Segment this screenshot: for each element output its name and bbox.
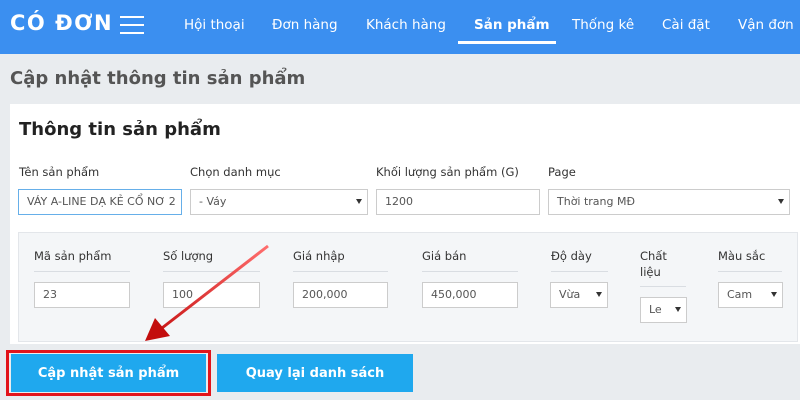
brand-logo[interactable]: CÓ ĐƠN bbox=[10, 11, 113, 35]
product-name-label: Tên sản phẩm bbox=[19, 165, 100, 179]
active-tab-indicator bbox=[458, 41, 556, 44]
cost-price-input[interactable]: 200,000 bbox=[293, 282, 388, 308]
material-label-line2: liệu bbox=[640, 265, 661, 279]
back-to-list-button[interactable]: Quay lại danh sách bbox=[217, 354, 413, 392]
sale-price-label: Giá bán bbox=[422, 249, 467, 263]
divider bbox=[34, 271, 130, 272]
color-label: Màu sắc bbox=[718, 249, 766, 263]
color-value: Cam bbox=[727, 288, 753, 301]
top-navbar: CÓ ĐƠN Hội thoại Đơn hàng Khách hàng Sản… bbox=[0, 0, 800, 54]
material-select[interactable]: Le bbox=[640, 297, 687, 323]
nav-item-statistics[interactable]: Thống kê bbox=[572, 17, 634, 33]
color-select[interactable]: Cam bbox=[718, 282, 783, 308]
divider bbox=[718, 271, 782, 272]
nav-item-orders[interactable]: Đơn hàng bbox=[272, 17, 338, 33]
sale-price-input[interactable]: 450,000 bbox=[422, 282, 518, 308]
chevron-down-icon bbox=[675, 307, 681, 312]
nav-item-settings[interactable]: Cài đặt bbox=[662, 17, 710, 33]
chevron-down-icon bbox=[596, 292, 602, 297]
sku-label: Mã sản phẩm bbox=[34, 249, 112, 263]
cost-price-label: Giá nhập bbox=[293, 249, 345, 263]
thickness-select[interactable]: Vừa bbox=[550, 282, 608, 308]
thickness-label: Độ dày bbox=[551, 249, 592, 263]
material-label-line1: Chất bbox=[640, 249, 667, 263]
chevron-down-icon bbox=[778, 199, 784, 204]
category-label: Chọn danh mục bbox=[190, 165, 281, 179]
nav-item-customers[interactable]: Khách hàng bbox=[366, 17, 446, 33]
quantity-label: Số lượng bbox=[163, 249, 214, 263]
divider bbox=[551, 271, 608, 272]
nav-item-shipping[interactable]: Vận đơn bbox=[738, 17, 794, 33]
chevron-down-icon bbox=[771, 292, 777, 297]
variant-section bbox=[18, 232, 798, 342]
weight-input[interactable]: 1200 bbox=[376, 189, 540, 215]
page-value: Thời trang MĐ bbox=[557, 195, 636, 208]
nav-item-conversations[interactable]: Hội thoại bbox=[184, 17, 245, 33]
weight-label: Khối lượng sản phẩm (G) bbox=[376, 165, 519, 179]
material-value: Le bbox=[649, 303, 662, 316]
chevron-down-icon bbox=[356, 199, 362, 204]
divider bbox=[293, 271, 388, 272]
sku-input[interactable]: 23 bbox=[34, 282, 130, 308]
divider bbox=[640, 286, 686, 287]
update-product-button[interactable]: Cập nhật sản phẩm bbox=[11, 354, 206, 392]
thickness-value: Vừa bbox=[559, 288, 581, 301]
category-select[interactable]: - Váy bbox=[190, 189, 368, 215]
divider bbox=[422, 271, 518, 272]
page-label: Page bbox=[548, 165, 576, 179]
nav-item-products[interactable]: Sản phẩm bbox=[474, 17, 550, 33]
divider bbox=[163, 271, 260, 272]
card-title: Thông tin sản phẩm bbox=[19, 119, 221, 140]
category-value: - Váy bbox=[199, 195, 227, 208]
quantity-input[interactable]: 100 bbox=[163, 282, 260, 308]
product-name-input[interactable]: VÁY A-LINE DẠ KẺ CỔ NƠ 2 bbox=[18, 189, 182, 215]
page-select[interactable]: Thời trang MĐ bbox=[548, 189, 790, 215]
menu-icon[interactable] bbox=[120, 16, 144, 34]
page-title: Cập nhật thông tin sản phẩm bbox=[10, 68, 306, 89]
